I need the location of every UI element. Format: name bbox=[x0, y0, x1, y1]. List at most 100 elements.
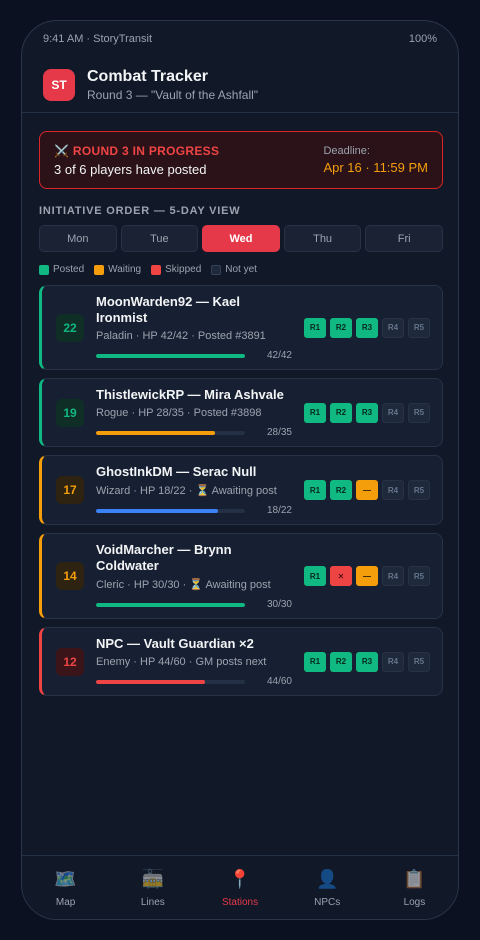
combatant-meta: Enemy · HP 44/60 · GM posts next bbox=[96, 656, 267, 668]
hp-bar-fill bbox=[96, 430, 216, 435]
status-legend: Posted Waiting Skipped Not yet bbox=[39, 264, 443, 275]
hp-value: 18/22 bbox=[266, 505, 292, 516]
hp-value: 30/30 bbox=[266, 599, 292, 610]
round-status-title: ⚔️ ROUND 3 IN PROGRESS bbox=[54, 143, 220, 158]
round-chip-4[interactable]: R4 bbox=[382, 566, 404, 586]
hp-bar-fill bbox=[96, 679, 205, 684]
round-chip-3[interactable]: R3 bbox=[356, 402, 378, 423]
combatant-name: NPC — Vault Guardian ×2 bbox=[96, 636, 254, 651]
round-chip-1[interactable]: R1 bbox=[304, 402, 326, 423]
hp-value: 42/42 bbox=[266, 350, 292, 361]
round-chip-2[interactable]: ✕ bbox=[330, 566, 352, 586]
main-content: ⚔️ ROUND 3 IN PROGRESS 3 of 6 players ha… bbox=[39, 131, 443, 704]
round-chip-5[interactable]: R5 bbox=[408, 566, 430, 586]
initiative-badge: 17 bbox=[56, 476, 84, 504]
tab-day-thu[interactable]: Thu bbox=[283, 225, 362, 252]
combatant-card[interactable]: 14 VoidMarcher — Brynn Coldwater Cleric · … bbox=[39, 533, 443, 619]
round-chip-2[interactable]: R2 bbox=[330, 480, 352, 500]
initiative-badge: 19 bbox=[56, 398, 84, 427]
nav-item-logs[interactable]: 📋 Logs bbox=[371, 856, 458, 919]
round-chips: R1 ✕ — R4 R5 bbox=[304, 566, 430, 586]
round-chip-5[interactable]: R5 bbox=[408, 480, 430, 500]
round-chip-1[interactable]: R1 bbox=[304, 317, 326, 338]
nav-item-npcs[interactable]: 👤 NPCs bbox=[284, 856, 371, 919]
tab-day-mon[interactable]: Mon bbox=[39, 225, 117, 252]
nav-item-lines[interactable]: 🚋 Lines bbox=[109, 856, 196, 919]
posted-count: 3 of 6 players have posted bbox=[54, 161, 207, 177]
round-chip-3[interactable]: R3 bbox=[356, 651, 378, 672]
tab-day-wed[interactable]: Wed bbox=[202, 225, 280, 252]
combatant-card[interactable]: 19 ThistlewickRP — Mira Ashvale Rogue · HP… bbox=[39, 378, 443, 447]
hp-bar bbox=[96, 679, 245, 684]
initiative-badge: 22 bbox=[56, 313, 84, 342]
hp-bar bbox=[96, 353, 245, 358]
hp-row: 30/30 bbox=[96, 599, 294, 610]
initiative-section-label: INITIATIVE ORDER — 5-DAY VIEW bbox=[39, 205, 241, 217]
round-chip-4[interactable]: R4 bbox=[382, 317, 404, 338]
app-logo: ST bbox=[43, 68, 75, 101]
bottom-nav: 🗺️ Map 🚋 Lines 📍 Stations 👤 NPCs 📋 Logs bbox=[22, 855, 458, 919]
legend-label: Waiting bbox=[108, 264, 142, 275]
app-header: ST Combat Tracker Round 3 — "Vault of th… bbox=[22, 57, 458, 113]
hp-value: 28/35 bbox=[266, 427, 292, 438]
nav-item-stations[interactable]: 📍 Stations bbox=[196, 856, 283, 919]
round-chip-1[interactable]: R1 bbox=[304, 566, 326, 586]
combatant-name: ThistlewickRP — Mira Ashvale bbox=[96, 387, 284, 402]
combatant-info: ThistlewickRP — Mira Ashvale Rogue · HP 2… bbox=[96, 387, 294, 438]
round-chip-3[interactable]: — bbox=[356, 480, 378, 500]
round-chip-2[interactable]: R2 bbox=[330, 651, 352, 672]
combatant-info: MoonWarden92 — Kael Ironmist Paladin · HP… bbox=[96, 294, 294, 361]
round-chip-1[interactable]: R1 bbox=[304, 480, 326, 500]
round-chip-1[interactable]: R1 bbox=[304, 651, 326, 672]
nav-label: NPCs bbox=[314, 897, 341, 908]
nav-label: Lines bbox=[140, 897, 165, 908]
round-chip-5[interactable]: R5 bbox=[408, 651, 430, 672]
hp-bar-fill bbox=[96, 508, 219, 513]
round-chip-4[interactable]: R4 bbox=[382, 480, 404, 500]
legend-item: Skipped bbox=[151, 264, 201, 275]
round-chip-3[interactable]: — bbox=[356, 566, 378, 586]
combatant-card[interactable]: 22 MoonWarden92 — Kael Ironmist Paladin · … bbox=[39, 285, 443, 370]
tab-day-fri[interactable]: Fri bbox=[365, 225, 443, 252]
round-chips: R1 R2 R3 R4 R5 bbox=[304, 402, 430, 423]
combatant-meta: Cleric · HP 30/30 · ⏳ Awaiting post bbox=[96, 579, 271, 591]
round-chip-2[interactable]: R2 bbox=[330, 402, 352, 423]
tram-icon: 🚋 bbox=[141, 869, 165, 889]
round-chip-5[interactable]: R5 bbox=[408, 402, 430, 423]
combatant-card[interactable]: 12 NPC — Vault Guardian ×2 Enemy · HP 44/6… bbox=[39, 627, 443, 696]
clipboard-icon: 📋 bbox=[403, 869, 426, 889]
combatant-meta: Rogue · HP 28/35 · Posted #3898 bbox=[96, 407, 262, 419]
round-chip-2[interactable]: R2 bbox=[330, 317, 352, 338]
round-chip-3[interactable]: R3 bbox=[356, 317, 378, 338]
combatant-info: GhostInkDM — Serac Null Wizard · HP 18/22… bbox=[96, 464, 294, 516]
combatant-meta: Wizard · HP 18/22 · ⏳ Awaiting post bbox=[96, 485, 277, 497]
nav-label: Map bbox=[55, 897, 76, 908]
legend-label: Posted bbox=[53, 264, 85, 275]
round-chips: R1 R2 R3 R4 R5 bbox=[304, 651, 430, 672]
legend-item: Not yet bbox=[211, 264, 257, 275]
hp-bar bbox=[96, 430, 245, 435]
hp-row: 44/60 bbox=[96, 676, 294, 687]
legend-label: Skipped bbox=[165, 264, 202, 275]
combatant-card[interactable]: 17 GhostInkDM — Serac Null Wizard · HP 18/… bbox=[39, 455, 443, 525]
tab-day-tue[interactable]: Tue bbox=[120, 225, 199, 252]
battery-level: 100% bbox=[408, 33, 437, 45]
legend-swatch bbox=[39, 264, 49, 275]
round-chips: R1 R2 R3 R4 R5 bbox=[304, 317, 430, 338]
page-title: Combat Tracker bbox=[87, 67, 208, 85]
round-chip-5[interactable]: R5 bbox=[408, 317, 430, 338]
hp-bar-fill bbox=[96, 602, 245, 607]
legend-item: Waiting bbox=[94, 264, 141, 275]
hp-row: 28/35 bbox=[96, 427, 294, 438]
legend-swatch bbox=[151, 264, 162, 275]
nav-item-map[interactable]: 🗺️ Map bbox=[22, 856, 109, 919]
round-status-banner: ⚔️ ROUND 3 IN PROGRESS 3 of 6 players ha… bbox=[39, 131, 443, 189]
legend-item: Posted bbox=[39, 264, 84, 275]
hp-bar bbox=[96, 602, 245, 607]
map-icon: 🗺️ bbox=[54, 869, 77, 889]
round-chip-4[interactable]: R4 bbox=[382, 651, 404, 672]
deadline-value: Apr 16 · 11:59 PM bbox=[323, 160, 428, 175]
round-chip-4[interactable]: R4 bbox=[382, 402, 404, 423]
status-time-app: 9:41 AM · StoryTransit bbox=[43, 33, 153, 45]
day-selector: Mon Tue Wed Thu Fri bbox=[39, 225, 443, 252]
